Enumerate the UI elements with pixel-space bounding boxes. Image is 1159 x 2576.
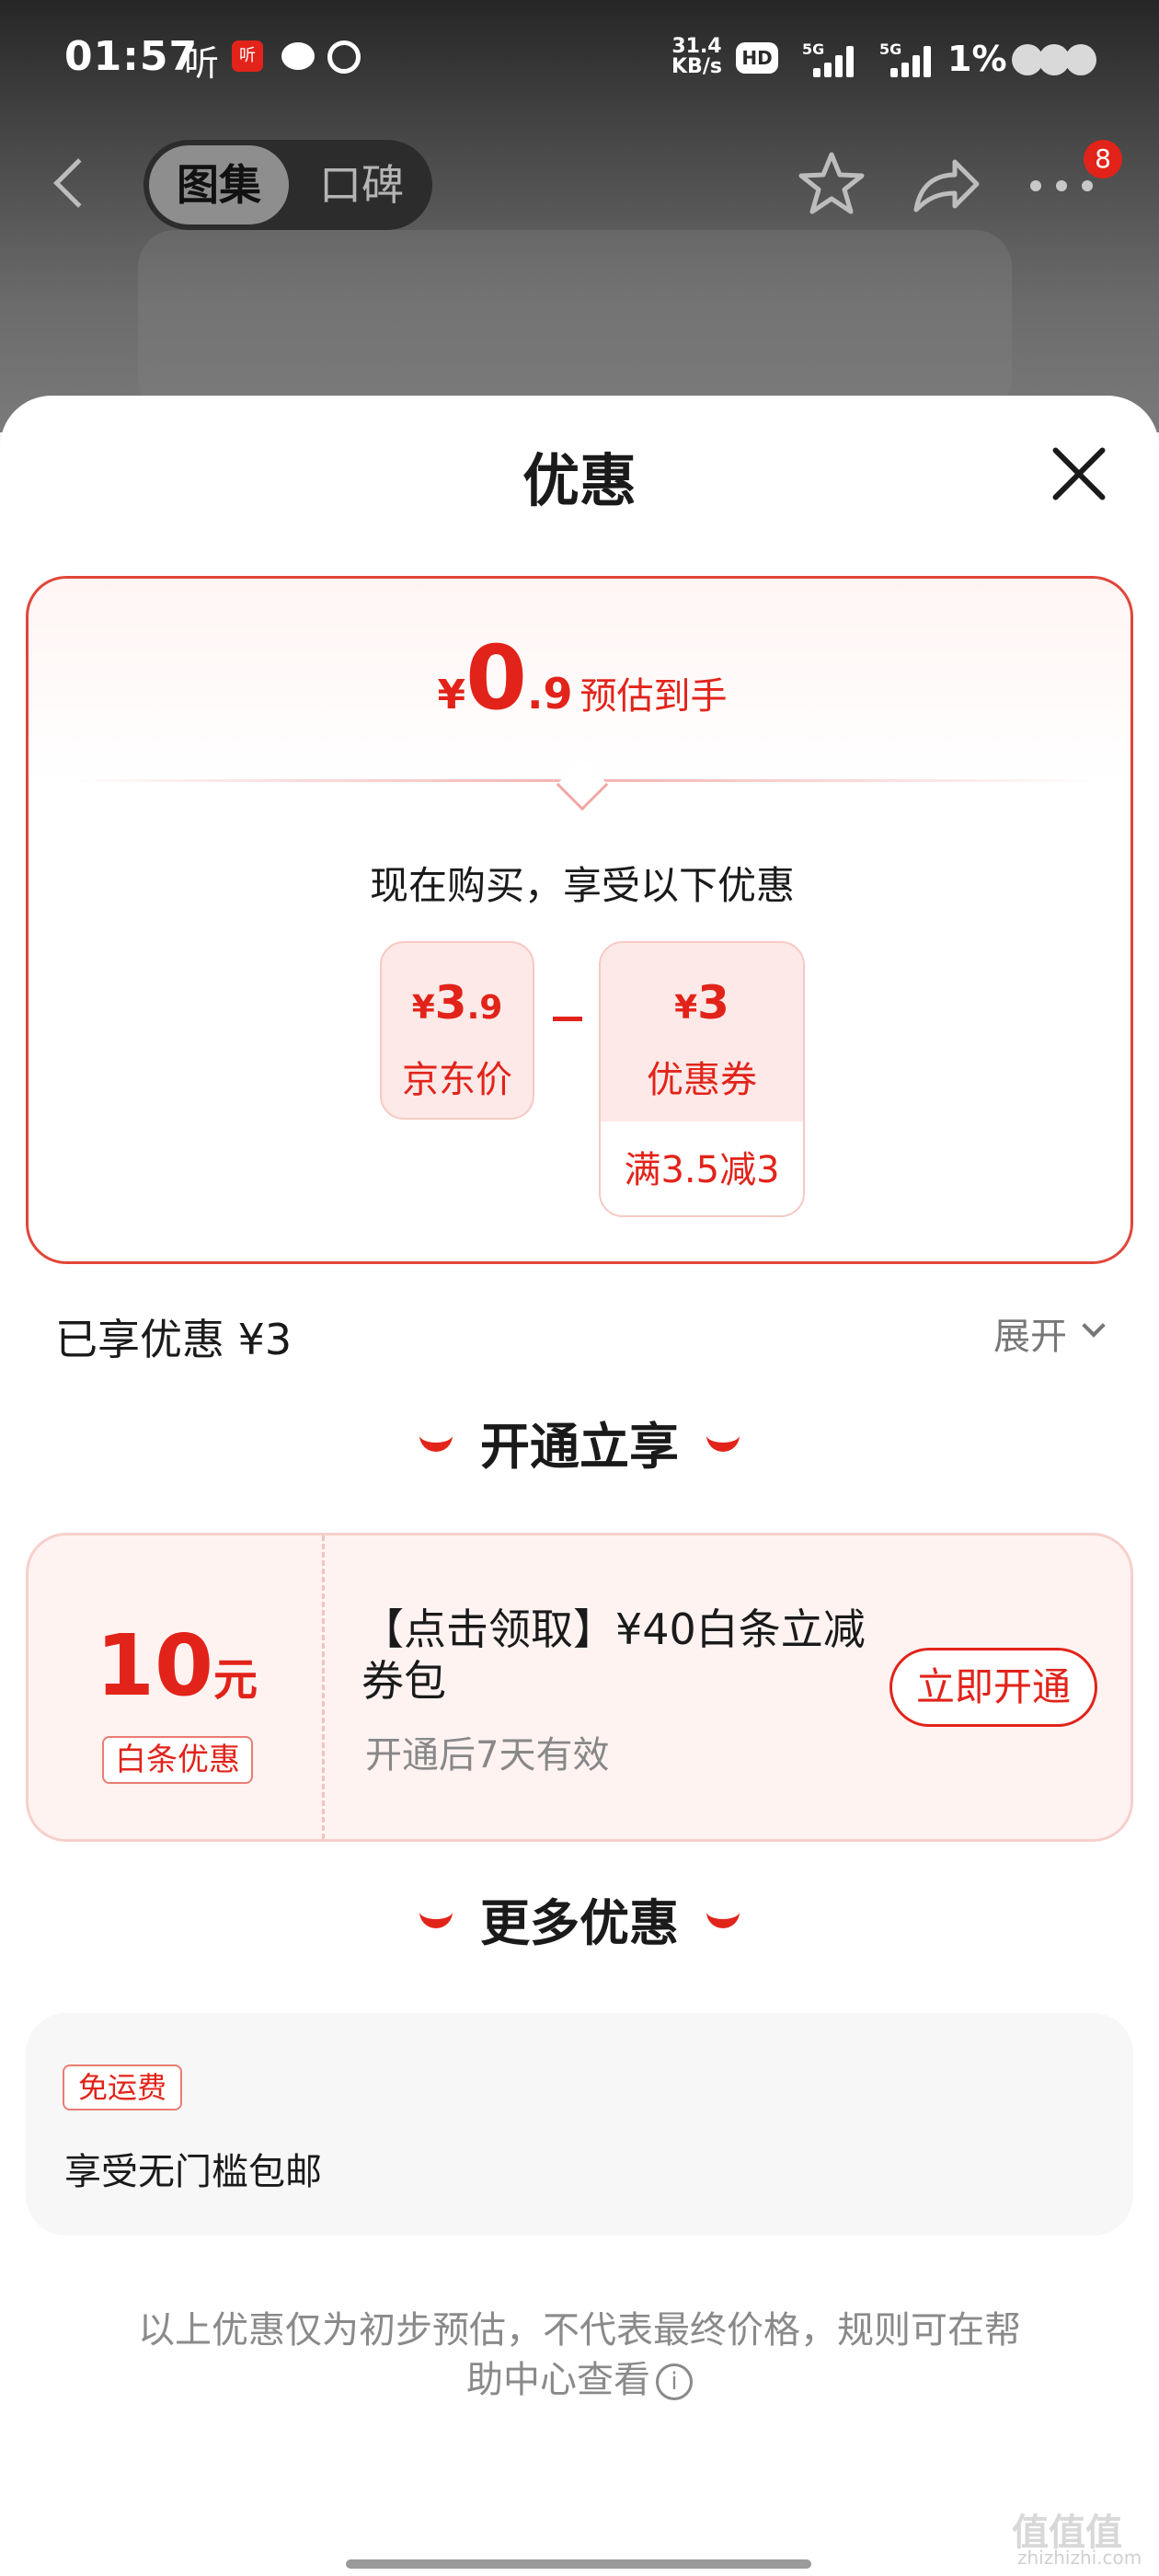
free-shipping-desc: 享受无门槛包邮 xyxy=(64,2151,322,2193)
signal-icon-2: 5G xyxy=(879,40,935,77)
signal-icon-1: 5G xyxy=(802,40,857,77)
offer-title: 【点击领取】¥40白条立减券包 xyxy=(361,1604,866,1706)
baitiao-tag: 白条优惠 xyxy=(102,1736,253,1784)
more-icon[interactable] xyxy=(1030,180,1095,193)
product-image-ghost xyxy=(138,230,1012,414)
jd-price-box: ¥3.9 京东价 xyxy=(380,941,534,1120)
app-notification-icon: 听 xyxy=(232,40,263,72)
discount-sheet: 优惠 ¥0.9 预估到手 现在购买，享受以下优惠 ¥3.9 京东价 ¥3 优惠券 … xyxy=(0,396,1159,2576)
enjoyed-discount: 已享优惠 ¥3 xyxy=(55,1315,293,1364)
hd-icon: HD xyxy=(736,42,778,74)
section-title-more: 更多优惠 xyxy=(480,1894,679,1952)
expand-button[interactable]: 展开 xyxy=(993,1306,1067,1360)
minus-sign xyxy=(553,1017,582,1021)
price-breakdown-card: ¥0.9 预估到手 现在购买，享受以下优惠 ¥3.9 京东价 ¥3 优惠券 满3.… xyxy=(26,576,1133,1264)
coupon-box: ¥3 优惠券 满3.5减3 xyxy=(599,941,805,1217)
status-bar: 01:57 听 听 31.4 KB/s HD 5G 5G 1% xyxy=(0,0,1159,120)
star-icon[interactable] xyxy=(797,149,866,219)
coupon-condition: 满3.5减3 xyxy=(624,1149,780,1191)
chevron-down-icon[interactable] xyxy=(1082,1314,1106,1338)
home-indicator[interactable] xyxy=(346,2559,811,2569)
tab-reviews[interactable]: 口碑 xyxy=(300,145,423,224)
info-icon[interactable]: i xyxy=(656,2363,693,2400)
free-shipping-tag: 免运费 xyxy=(63,2064,182,2110)
view-switcher: 图集 口碑 xyxy=(143,140,432,230)
chat-icon xyxy=(281,42,315,70)
disclaimer: 以上优惠仅为初步预估，不代表最终价格，规则可在帮助中心查看 i xyxy=(138,2309,1021,2401)
purchase-note: 现在购买，享受以下优惠 xyxy=(369,863,795,908)
offer-subtitle: 开通后7天有效 xyxy=(365,1734,610,1777)
watermark-url: zhizhizhi.com xyxy=(1017,2547,1142,2569)
status-time: 01:57 xyxy=(64,33,199,80)
battery-saver-icon xyxy=(1012,44,1096,75)
sheet-title: 优惠 xyxy=(522,447,637,514)
alarm-icon xyxy=(327,40,361,74)
share-icon[interactable] xyxy=(909,149,982,219)
offer-amount-panel: 10元 白条优惠 xyxy=(29,1535,325,1839)
network-speed: 31.4 KB/s xyxy=(671,35,722,78)
activate-button[interactable]: 立即开通 xyxy=(889,1648,1097,1727)
estimated-price: ¥0.9 预估到手 xyxy=(437,627,728,730)
close-icon[interactable] xyxy=(1047,442,1111,506)
back-icon[interactable] xyxy=(53,158,103,208)
status-ting: 听 xyxy=(184,43,220,84)
baitiao-offer-card[interactable]: 10元 白条优惠 【点击领取】¥40白条立减券包 开通后7天有效 立即开通 xyxy=(26,1533,1133,1842)
section-title-vip: 开通立享 xyxy=(480,1418,679,1476)
nav-bar: 图集 口碑 8 xyxy=(0,129,1159,239)
free-shipping-card: 免运费 享受无门槛包邮 xyxy=(26,2013,1133,2236)
divider-notch xyxy=(556,758,609,811)
tab-gallery[interactable]: 图集 xyxy=(149,145,289,224)
battery-level: 1% xyxy=(947,39,1007,79)
message-badge: 8 xyxy=(1084,140,1122,178)
